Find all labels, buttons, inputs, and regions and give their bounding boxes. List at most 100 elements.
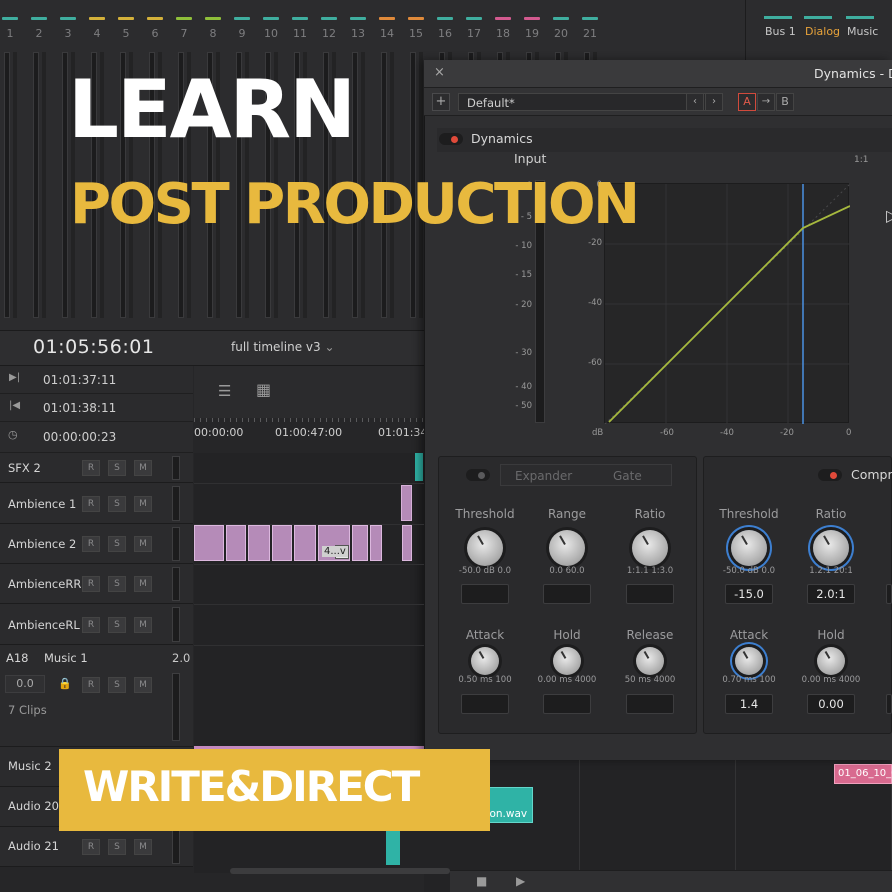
horizontal-scrollbar[interactable] (230, 868, 450, 874)
expander-tab[interactable]: Expander (515, 469, 572, 483)
value-field[interactable] (461, 694, 509, 714)
sfx-clip[interactable] (415, 453, 423, 481)
rotary-knob[interactable] (817, 647, 845, 675)
value-field[interactable] (886, 584, 892, 604)
value-field[interactable]: 0.00 (807, 694, 855, 714)
transfer-graph[interactable] (604, 183, 850, 424)
b-button[interactable]: B (776, 93, 794, 111)
solo-button[interactable]: S (108, 460, 126, 476)
rotary-knob[interactable] (813, 530, 849, 566)
rotary-knob[interactable] (467, 530, 503, 566)
close-icon[interactable]: × (434, 65, 445, 80)
preset-dropdown[interactable]: Default* ⌄ (458, 93, 708, 111)
track-header[interactable]: Ambience 1 RSM (0, 483, 193, 524)
solo-button[interactable]: S (108, 576, 126, 592)
list-check-icon[interactable]: ☰ (218, 382, 231, 400)
play-icon[interactable]: ▶ (516, 874, 525, 888)
value-field[interactable]: -15.0 (725, 584, 773, 604)
bus-1-label[interactable]: Bus 1 (765, 25, 796, 38)
music2-clip[interactable]: 01_06_10_0 (834, 764, 892, 784)
ambience2-clip[interactable] (272, 525, 292, 561)
ambience2-clip[interactable] (352, 525, 368, 561)
rotary-knob[interactable] (553, 647, 581, 675)
record-button[interactable]: R (82, 576, 100, 592)
rotary-knob[interactable] (549, 530, 585, 566)
level-field[interactable]: 0.0 (5, 675, 45, 693)
dynamics-toggle[interactable] (439, 133, 463, 145)
solo-button[interactable]: S (108, 616, 126, 633)
channel-fader[interactable] (4, 52, 10, 318)
track-name: AmbienceRL (8, 617, 80, 632)
knob-indicator (642, 535, 649, 546)
value-field[interactable] (461, 584, 509, 604)
bus-dialog-label[interactable]: Dialog (805, 25, 840, 38)
mute-button[interactable]: M (134, 576, 152, 592)
value-field[interactable] (886, 694, 892, 714)
record-button[interactable]: R (82, 839, 100, 855)
solo-button[interactable]: S (108, 495, 126, 512)
audio21-clip[interactable] (386, 830, 400, 865)
a-button[interactable]: A (738, 93, 756, 111)
knob-label: Ratio (815, 507, 847, 521)
record-button[interactable]: R (82, 677, 100, 693)
prev-preset-icon[interactable]: ‹ (686, 93, 704, 111)
ambience2-clip[interactable] (370, 525, 382, 561)
rotary-knob[interactable] (731, 530, 767, 566)
channel-fader[interactable] (33, 52, 39, 318)
timeline-ruler[interactable]: 00:00:00 01:00:47:00 01:01:34 (194, 418, 427, 453)
next-preset-icon[interactable]: › (705, 93, 723, 111)
track-header[interactable]: AmbienceRR R S M (0, 564, 193, 604)
add-preset-icon[interactable]: + (432, 93, 450, 111)
value-field[interactable]: 1.4 (725, 694, 773, 714)
value-field[interactable] (543, 694, 591, 714)
gate-tab[interactable]: Gate (613, 469, 642, 483)
timeline-name-dropdown[interactable]: full timeline v3 ⌄ (231, 340, 335, 354)
mute-button[interactable]: M (134, 616, 152, 633)
record-button[interactable]: R (82, 536, 100, 552)
record-button[interactable]: R (82, 616, 100, 633)
track-header[interactable]: Audio 21 R S M (0, 827, 193, 867)
rotary-knob[interactable] (735, 647, 763, 675)
track-header[interactable]: SFX 2 RSM (0, 453, 193, 483)
mute-button[interactable]: M (134, 536, 152, 552)
copy-arrow-icon[interactable]: → (757, 93, 775, 111)
mute-button[interactable]: M (134, 495, 152, 512)
rotary-knob[interactable] (636, 647, 664, 675)
lock-icon[interactable]: 🔒 (58, 677, 72, 690)
mute-button[interactable]: M (134, 460, 152, 476)
channel-number: 12 (322, 27, 336, 40)
channel-number: 4 (93, 27, 101, 40)
mute-button[interactable]: M (134, 839, 152, 855)
record-button[interactable]: R (82, 460, 100, 476)
solo-button[interactable]: S (108, 839, 126, 855)
channel-color-bar (321, 17, 337, 20)
compressor-toggle[interactable] (818, 469, 842, 481)
value-field[interactable] (626, 694, 674, 714)
ambience1-clip[interactable] (401, 485, 412, 521)
value-field[interactable] (626, 584, 674, 604)
out-point-icon: |◀ (9, 400, 21, 411)
expander-gate-switch[interactable]: Expander Gate (500, 464, 672, 486)
ambience2-clip[interactable] (194, 525, 224, 561)
ambience2-clip[interactable] (248, 525, 270, 561)
solo-button[interactable]: S (108, 677, 126, 693)
mute-button[interactable]: M (134, 677, 152, 693)
ambience2-clip[interactable] (402, 525, 412, 561)
expander-toggle[interactable] (466, 469, 490, 481)
ambience2-clip[interactable] (226, 525, 246, 561)
track-meter (172, 673, 180, 741)
stop-icon[interactable]: ■ (476, 874, 487, 888)
ambience2-clip[interactable] (294, 525, 316, 561)
value-field[interactable] (543, 584, 591, 604)
grid-icon[interactable]: ▦ (256, 380, 271, 399)
rotary-knob[interactable] (471, 647, 499, 675)
value-field[interactable]: 2.0:1 (807, 584, 855, 604)
track-music-1[interactable]: A18 Music 1 2.0 0.0 🔒 R S M 7 Clips (0, 645, 193, 747)
track-header[interactable]: Ambience 2 RSM (0, 524, 193, 564)
duration-row: ◷ 00:00:00:23 (0, 422, 193, 453)
record-button[interactable]: R (82, 495, 100, 512)
rotary-knob[interactable] (632, 530, 668, 566)
solo-button[interactable]: S (108, 536, 126, 552)
track-header[interactable]: AmbienceRL R S M (0, 604, 193, 645)
bus-music-label[interactable]: Music (847, 25, 878, 38)
